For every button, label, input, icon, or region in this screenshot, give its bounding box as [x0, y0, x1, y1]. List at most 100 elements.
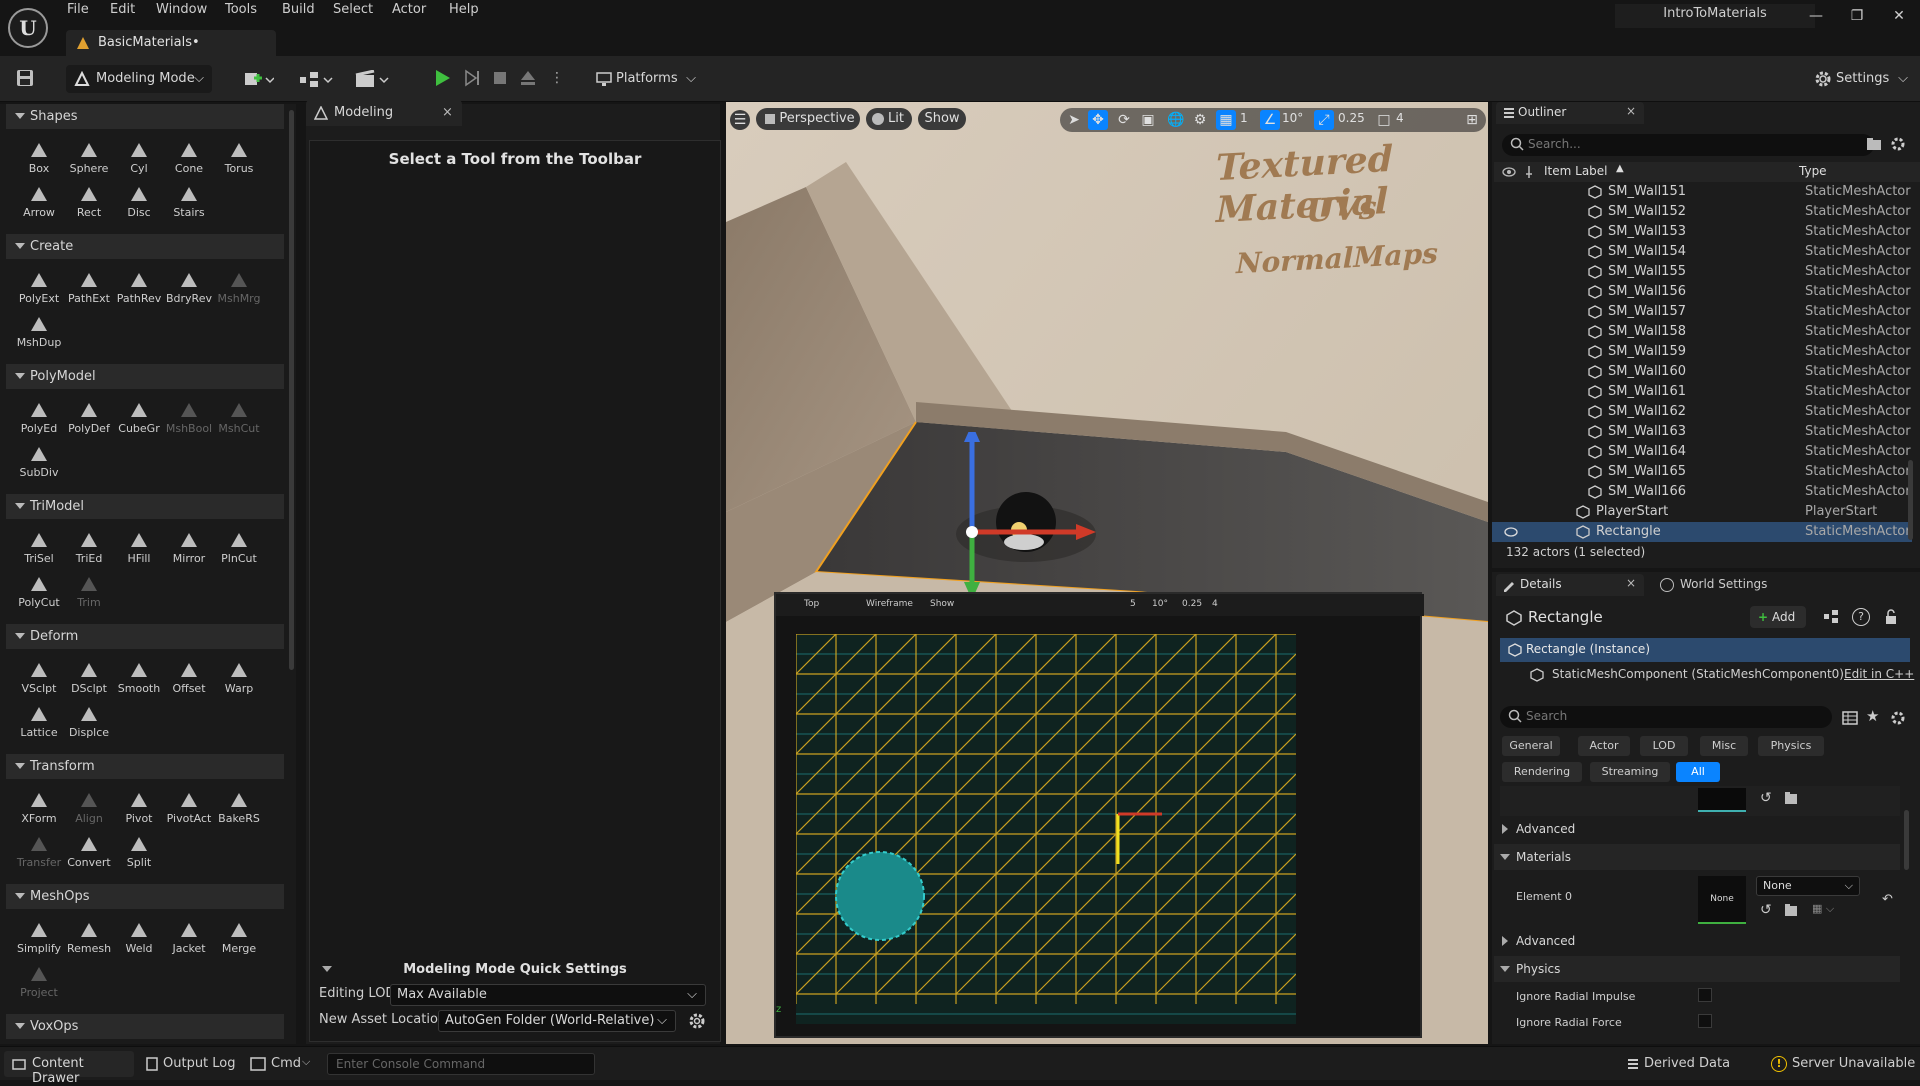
play-options-icon[interactable]: ⋮	[550, 68, 564, 88]
details-tab[interactable]: Details ×	[1496, 574, 1644, 596]
scale-mode-icon[interactable]: ▣	[1138, 110, 1158, 130]
visibility-eye-icon[interactable]	[1502, 165, 1516, 179]
transform-gizmo[interactable]	[946, 432, 1126, 602]
col-item-label[interactable]: Item Label	[1544, 164, 1608, 178]
maximize-button[interactable]: ❐	[1847, 6, 1867, 26]
filter-physics[interactable]: Physics	[1758, 736, 1824, 756]
component-label[interactable]: StaticMeshComponent (StaticMeshComponent…	[1552, 667, 1844, 681]
visibility-eye-icon[interactable]	[1504, 525, 1518, 539]
close-tab-icon[interactable]: ×	[442, 100, 453, 126]
advanced-section[interactable]: Advanced	[1494, 816, 1900, 842]
shelf-category-create[interactable]: Create	[6, 234, 284, 259]
blueprint-convert-icon[interactable]	[1822, 608, 1840, 626]
content-drawer-button[interactable]: Content Drawer	[4, 1051, 134, 1086]
details-search[interactable]: Search	[1500, 706, 1832, 728]
table-view-icon[interactable]	[1842, 710, 1858, 726]
scale-snap-value[interactable]: 0.25	[1338, 111, 1365, 125]
lit-button[interactable]: Lit	[866, 108, 912, 130]
outliner-settings-gear-icon[interactable]	[1890, 136, 1906, 152]
editing-lod-combo[interactable]: Max Available ⌵	[390, 984, 706, 1006]
filter-misc[interactable]: Misc	[1700, 736, 1748, 756]
inset-show-label[interactable]: Show	[930, 599, 954, 609]
output-log-button[interactable]: Output Log	[163, 1056, 236, 1071]
show-button[interactable]: Show	[918, 108, 966, 130]
lock-icon[interactable]	[1882, 608, 1900, 626]
cinematics-icon[interactable]	[354, 70, 390, 88]
document-tab[interactable]: BasicMaterials•	[66, 30, 276, 56]
edit-in-cpp-link[interactable]: Edit in C++	[1844, 667, 1914, 681]
camera-speed-icon[interactable]: □	[1374, 110, 1394, 130]
tool-xform-button[interactable]: XForm	[14, 786, 64, 830]
material-options-icon[interactable]: ▦ ⌵	[1812, 902, 1840, 918]
tool-jacket-button[interactable]: Jacket	[164, 916, 214, 960]
shelf-scrollbar[interactable]	[289, 110, 294, 670]
outliner-tab[interactable]: Outliner ×	[1496, 102, 1644, 124]
server-status[interactable]: Server Unavailable	[1792, 1056, 1915, 1071]
menu-actor[interactable]: Actor	[392, 2, 426, 17]
mode-selector[interactable]: Modeling Mode ⌵	[66, 65, 212, 93]
tool-tried-button[interactable]: TriEd	[64, 526, 114, 570]
tool-rect-button[interactable]: Rect	[64, 180, 114, 224]
menu-edit[interactable]: Edit	[110, 2, 135, 17]
details-scrollbar[interactable]	[1904, 810, 1909, 870]
outliner-row[interactable]: SM_Wall164 StaticMeshActor	[1492, 442, 1912, 462]
tool-remesh-button[interactable]: Remesh	[64, 916, 114, 960]
actor-name[interactable]: Rectangle	[1528, 608, 1603, 626]
shelf-category-meshops[interactable]: MeshOps	[6, 884, 284, 909]
tool-subdiv-button[interactable]: SubDiv	[14, 440, 64, 484]
close-tab-icon[interactable]: ×	[1626, 104, 1636, 118]
play-icon[interactable]	[432, 68, 452, 88]
inset-grid-snap[interactable]: 5	[1130, 599, 1136, 609]
unreal-logo[interactable]: U	[8, 8, 48, 48]
console-command-input[interactable]: Enter Console Command	[327, 1053, 595, 1075]
inset-top-viewport[interactable]: Top Wireframe Show 5 10° 0.25 4 z	[774, 592, 1424, 1038]
add-content-icon[interactable]	[244, 70, 274, 88]
tool-cyl-button[interactable]: Cyl	[114, 136, 164, 180]
outliner-row[interactable]: SM_Wall157 StaticMeshActor	[1492, 302, 1912, 322]
inset-view-label[interactable]: Top	[804, 599, 819, 609]
modeling-tab[interactable]: Modeling ×	[306, 100, 462, 126]
outliner-row[interactable]: SM_Wall153 StaticMeshActor	[1492, 222, 1912, 242]
tool-polycut-button[interactable]: PolyCut	[14, 570, 64, 614]
outliner-row[interactable]: SM_Wall165 StaticMeshActor	[1492, 462, 1912, 482]
outliner-row[interactable]: SM_Wall160 StaticMeshActor	[1492, 362, 1912, 382]
reset-to-default-icon[interactable]: ↶	[1882, 892, 1898, 908]
outliner-row[interactable]: SM_Wall155 StaticMeshActor	[1492, 262, 1912, 282]
outliner-row[interactable]: SM_Wall162 StaticMeshActor	[1492, 402, 1912, 422]
tool-arrow-button[interactable]: Arrow	[14, 180, 64, 224]
inset-rotation-snap[interactable]: 10°	[1152, 599, 1168, 609]
derived-data-button[interactable]: Derived Data	[1644, 1056, 1730, 1071]
outliner-scrollbar[interactable]	[1908, 460, 1913, 540]
physics-section[interactable]: Physics	[1494, 956, 1900, 982]
tool-disc-button[interactable]: Disc	[114, 180, 164, 224]
outliner-row[interactable]: SM_Wall158 StaticMeshActor	[1492, 322, 1912, 342]
outliner-row[interactable]: SM_Wall166 StaticMeshActor	[1492, 482, 1912, 502]
stop-icon[interactable]	[490, 68, 510, 88]
tool-plncut-button[interactable]: PlnCut	[214, 526, 264, 570]
asset-settings-gear-icon[interactable]	[688, 1012, 706, 1030]
outliner-search[interactable]: Search...	[1502, 134, 1874, 156]
minimize-button[interactable]: —	[1806, 6, 1826, 26]
tool-polyed-button[interactable]: PolyEd	[14, 396, 64, 440]
blueprint-icon[interactable]	[298, 70, 334, 88]
outliner-row[interactable]: SM_Wall163 StaticMeshActor	[1492, 422, 1912, 442]
perspective-button[interactable]: Perspective	[756, 108, 860, 130]
outliner-row[interactable]: SM_Wall152 StaticMeshActor	[1492, 202, 1912, 222]
filter-streaming[interactable]: Streaming	[1590, 762, 1670, 782]
filter-lod[interactable]: LOD	[1640, 736, 1688, 756]
settings-button[interactable]: Settings ⌵	[1808, 65, 1912, 93]
outliner-row[interactable]: PlayerStart PlayerStart	[1492, 502, 1912, 522]
camera-speed-value[interactable]: 4	[1396, 111, 1404, 125]
tool-cubegr-button[interactable]: CubeGr	[114, 396, 164, 440]
eject-icon[interactable]	[518, 68, 538, 88]
rotate-mode-icon[interactable]: ⟳	[1114, 110, 1134, 130]
rotation-snap-value[interactable]: 10°	[1282, 111, 1303, 125]
close-tab-icon[interactable]: ×	[1626, 576, 1636, 590]
tool-box-button[interactable]: Box	[14, 136, 64, 180]
level-viewport[interactable]: Textured Material UVs NormalMaps ☰ Persp…	[726, 102, 1488, 1044]
filter-rendering[interactable]: Rendering	[1502, 762, 1582, 782]
favorite-star-icon[interactable]: ★	[1866, 708, 1882, 724]
outliner-row[interactable]: SM_Wall161 StaticMeshActor	[1492, 382, 1912, 402]
help-icon[interactable]: ?	[1852, 608, 1870, 626]
tool-mirror-button[interactable]: Mirror	[164, 526, 214, 570]
